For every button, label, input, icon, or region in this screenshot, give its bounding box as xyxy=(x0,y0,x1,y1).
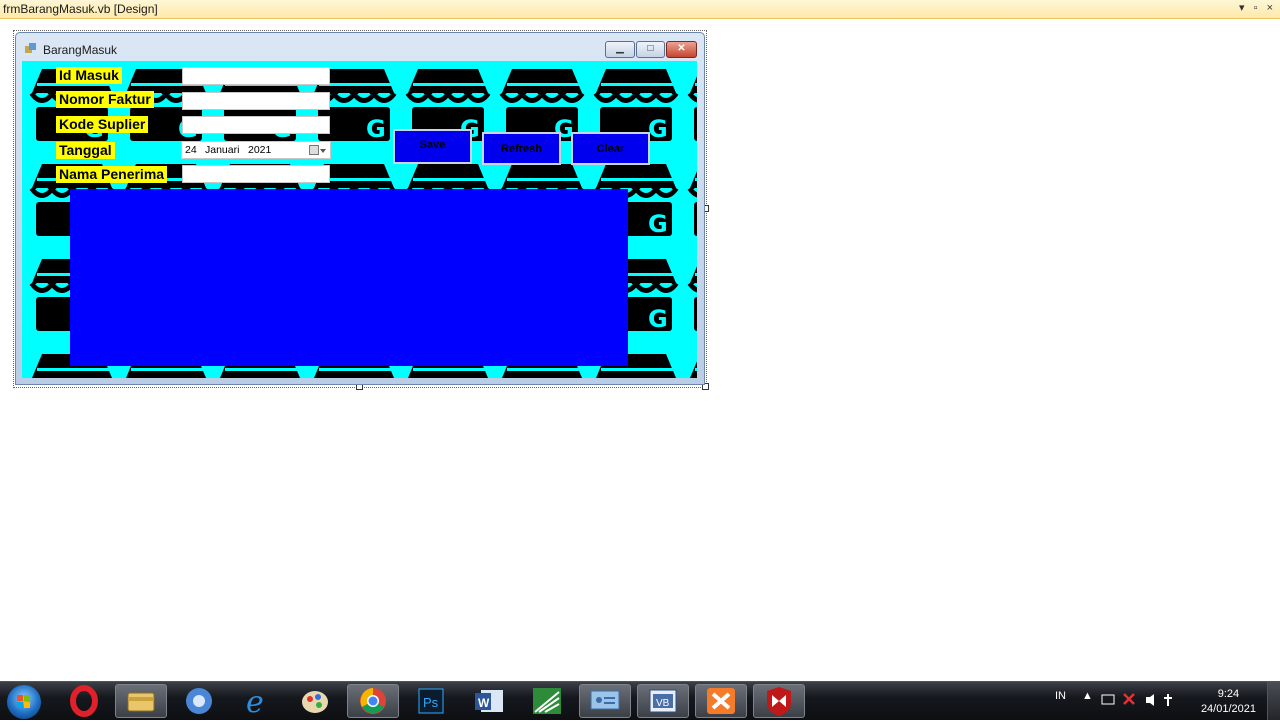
taskbar-mcafee[interactable] xyxy=(753,684,805,718)
clock-date: 24/01/2021 xyxy=(1200,703,1256,715)
document-tab[interactable]: frmBarangMasuk.vb [Design] ▾ ▫ × xyxy=(0,0,1280,19)
language-indicator[interactable]: IN xyxy=(1055,690,1066,702)
show-desktop-button[interactable] xyxy=(1267,682,1280,720)
power-icon xyxy=(1164,694,1172,706)
svg-text:G: G xyxy=(366,115,386,143)
close-icon: ✕ xyxy=(677,43,686,54)
tanggal-date-picker[interactable]: 24 Januari 2021 xyxy=(181,141,331,159)
taskbar-chromium[interactable] xyxy=(173,684,225,718)
svg-text:G: G xyxy=(648,115,668,143)
xampp-icon xyxy=(707,688,735,714)
clock-time: 9:24 xyxy=(1217,688,1240,700)
minimize-icon: ▁ xyxy=(616,43,624,54)
tray-icons xyxy=(1101,693,1172,706)
form-window[interactable]: BarangMasuk ▁ □ ✕ GGGGGGGGGGGGGGGGGGGGGG… xyxy=(15,32,705,385)
minimize-button[interactable]: ▁ xyxy=(605,41,635,58)
calendar-dropdown-icon[interactable] xyxy=(309,145,327,156)
taskbar-opera[interactable] xyxy=(58,684,110,718)
svg-text:e: e xyxy=(246,685,264,718)
taskbar-photoshop[interactable]: Ps xyxy=(405,684,457,718)
word-icon: W xyxy=(475,690,503,712)
nama-penerima-textbox[interactable] xyxy=(182,165,330,183)
id-masuk-textbox[interactable] xyxy=(182,67,330,85)
label-kode-suplier: Kode Suplier xyxy=(56,116,149,133)
close-button[interactable]: ✕ xyxy=(666,41,697,58)
label-nama-penerima: Nama Penerima xyxy=(56,166,168,183)
taskbar-control-panel[interactable] xyxy=(579,684,631,718)
visual-basic-icon: VB xyxy=(649,689,677,713)
taskbar-word[interactable]: W xyxy=(463,684,515,718)
start-button[interactable] xyxy=(7,685,41,719)
mcafee-icon xyxy=(767,687,791,716)
maximize-icon: □ xyxy=(647,43,654,54)
data-grid-view[interactable] xyxy=(70,189,628,366)
save-button[interactable]: Save xyxy=(393,129,472,164)
file-explorer-icon xyxy=(127,692,155,712)
form-title: BarangMasuk xyxy=(43,43,118,57)
svg-text:Ps: Ps xyxy=(423,695,439,710)
taskbar-chrome[interactable] xyxy=(347,684,399,718)
refresh-button[interactable]: Refresh xyxy=(482,132,561,165)
taskbar-paint[interactable] xyxy=(289,684,341,718)
windows-logo-icon xyxy=(17,695,30,708)
maximize-button[interactable]: □ xyxy=(636,41,665,58)
chrome-icon xyxy=(360,688,386,714)
taskbar-internet-explorer[interactable]: e xyxy=(232,684,284,720)
date-month: Januari xyxy=(205,144,240,156)
volume-icon xyxy=(1146,694,1154,706)
document-tab-controls[interactable]: ▾ ▫ × xyxy=(1239,1,1276,14)
clear-button[interactable]: Clear xyxy=(571,132,650,165)
opera-icon xyxy=(70,685,98,717)
taskbar-sketchup[interactable] xyxy=(521,684,573,718)
date-day: 24 xyxy=(185,144,197,156)
taskbar-visual-basic[interactable]: VB xyxy=(637,684,689,718)
form-icon xyxy=(25,43,36,53)
label-nomor-faktur: Nomor Faktur xyxy=(56,91,154,108)
nomor-faktur-textbox[interactable] xyxy=(182,92,330,110)
label-id-masuk: Id Masuk xyxy=(56,67,122,84)
form-client-area: GGGGGGGGGGGGGGGGGGGGGGGGGGGGGGGGGGGG Id … xyxy=(22,61,697,378)
svg-text:G: G xyxy=(648,210,668,238)
network-icon xyxy=(1101,694,1115,705)
svg-text:VB: VB xyxy=(656,698,670,709)
svg-text:W: W xyxy=(478,696,490,710)
svg-text:G: G xyxy=(648,305,668,333)
taskbar: e Ps W VB IN ▲ 9:24 24/01/2021 xyxy=(0,681,1280,720)
kode-suplier-textbox[interactable] xyxy=(182,116,330,134)
show-hidden-icons-button[interactable]: ▲ xyxy=(1082,690,1093,702)
document-tab-title: frmBarangMasuk.vb [Design] xyxy=(3,2,158,16)
system-clock[interactable]: 9:24 24/01/2021 xyxy=(1201,687,1256,717)
taskbar-xampp[interactable] xyxy=(695,684,747,718)
control-panel-icon xyxy=(590,690,620,710)
sketchup-icon xyxy=(533,688,561,714)
paint-icon xyxy=(302,691,328,713)
label-tanggal: Tanggal xyxy=(56,142,115,159)
taskbar-file-explorer[interactable] xyxy=(115,684,167,718)
internet-explorer-icon: e xyxy=(246,685,264,720)
date-year: 2021 xyxy=(248,144,272,156)
action-center-flag-icon xyxy=(1123,693,1135,705)
chromium-icon xyxy=(186,688,212,714)
photoshop-icon: Ps xyxy=(418,688,444,714)
